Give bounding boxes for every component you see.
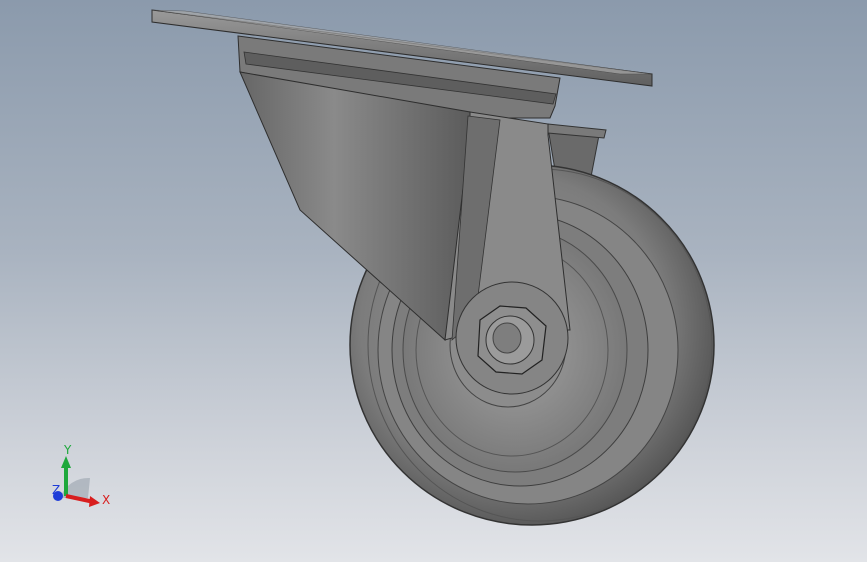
x-axis-arrow [89, 496, 100, 507]
y-axis-arrow [61, 456, 71, 468]
caster-wheel-model[interactable] [0, 0, 867, 562]
axle-nut [477, 305, 547, 375]
x-axis-label: X [102, 493, 110, 507]
z-axis-label: Z [52, 483, 60, 497]
y-axis-label: Y [63, 443, 72, 457]
orientation-triad[interactable]: Y X Z [40, 440, 120, 520]
graphics-viewport[interactable]: Y X Z [0, 0, 867, 562]
